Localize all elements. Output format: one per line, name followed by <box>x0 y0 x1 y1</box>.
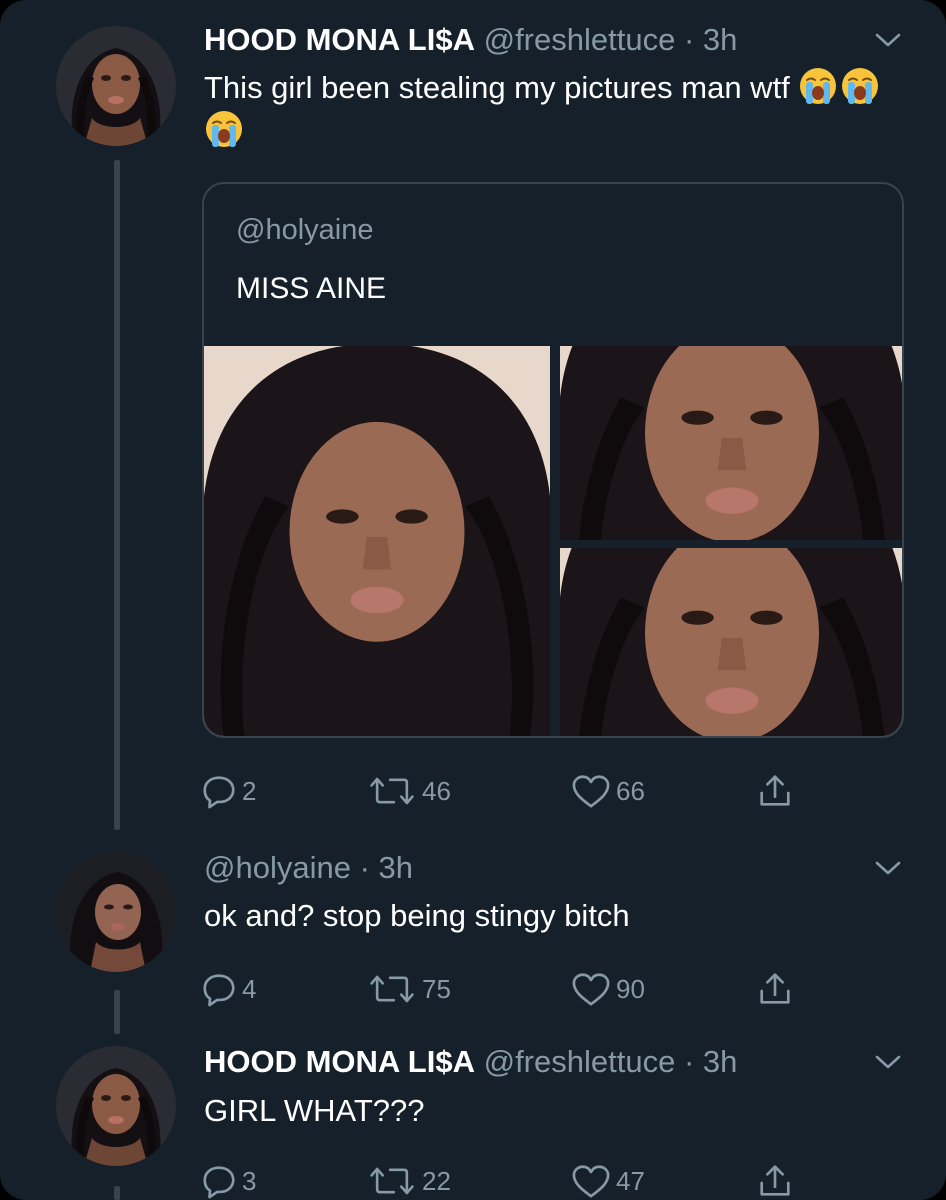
reply-count: 4 <box>242 973 257 1004</box>
share-button[interactable] <box>756 970 798 1008</box>
quoted-text: MISS AINE <box>236 272 387 305</box>
heart-icon <box>570 970 612 1008</box>
reply-count: 2 <box>242 775 257 806</box>
tweet-actions: 2 46 66 <box>200 772 820 812</box>
share-button[interactable] <box>756 772 798 810</box>
selfie-photo <box>204 346 550 738</box>
separator: · <box>675 1044 703 1079</box>
retweet-count: 22 <box>422 1165 451 1196</box>
retweet-button[interactable]: 75 <box>366 970 451 1008</box>
thread-connector <box>114 160 120 830</box>
timestamp[interactable]: 3h <box>703 22 737 57</box>
profile-photo <box>56 26 176 146</box>
quoted-photo[interactable] <box>204 346 550 738</box>
like-button[interactable]: 66 <box>570 772 645 810</box>
selfie-photo <box>560 548 904 738</box>
display-name[interactable]: HOOD MONA LI$A <box>204 22 475 57</box>
timestamp[interactable]: 3h <box>379 850 413 885</box>
retweet-icon <box>366 772 418 810</box>
retweet-button[interactable]: 46 <box>366 772 451 810</box>
like-count: 66 <box>616 775 645 806</box>
tweet-thread: HOOD MONA LI$A @freshlettuce · 3h This g… <box>0 0 946 1200</box>
username[interactable]: @freshlettuce <box>484 1044 676 1079</box>
tweet-body: This girl been stealing my pictures man … <box>204 70 790 105</box>
thread-connector <box>114 990 120 1034</box>
retweet-icon <box>366 1162 418 1200</box>
reply-icon <box>200 1162 238 1200</box>
quoted-tweet[interactable]: @holyaine MISS AINE <box>202 182 904 738</box>
avatar[interactable] <box>56 1046 176 1166</box>
tweet-header: @holyaine · 3h <box>204 850 413 886</box>
tweet-actions: 4 75 90 <box>200 970 820 1010</box>
tweet-header: HOOD MONA LI$A @freshlettuce · 3h <box>204 22 737 58</box>
profile-photo <box>56 1046 176 1166</box>
selfie-photo <box>560 346 904 540</box>
like-button[interactable]: 90 <box>570 970 645 1008</box>
quoted-photo[interactable] <box>560 548 904 738</box>
tweet-header: HOOD MONA LI$A @freshlettuce · 3h <box>204 1044 737 1080</box>
share-icon <box>756 772 794 810</box>
tweet-body: ok and? stop being stingy bitch <box>204 898 630 933</box>
like-button[interactable]: 47 <box>570 1162 645 1200</box>
chevron-down-icon[interactable] <box>874 858 902 878</box>
tweet-text: GIRL WHAT??? <box>204 1090 884 1132</box>
tweet-text: This girl been stealing my pictures man … <box>204 66 884 152</box>
retweet-count: 75 <box>422 973 451 1004</box>
tweet-text: ok and? stop being stingy bitch <box>204 895 884 937</box>
timestamp[interactable]: 3h <box>703 1044 737 1079</box>
retweet-count: 46 <box>422 775 451 806</box>
separator: · <box>675 22 703 57</box>
chevron-down-icon[interactable] <box>874 1052 902 1072</box>
avatar[interactable] <box>56 26 176 146</box>
loudly-crying-face-icon <box>798 66 838 106</box>
username[interactable]: @freshlettuce <box>484 22 676 57</box>
share-icon <box>756 1162 794 1200</box>
share-icon <box>756 970 794 1008</box>
reply-button[interactable]: 4 <box>200 970 256 1008</box>
loudly-crying-face-icon <box>204 109 244 149</box>
thread-connector <box>114 1186 120 1200</box>
display-name[interactable]: HOOD MONA LI$A <box>204 1044 475 1079</box>
username[interactable]: @holyaine <box>204 850 351 885</box>
reply-button[interactable]: 2 <box>200 772 256 810</box>
quoted-photo[interactable] <box>560 346 904 540</box>
loudly-crying-face-icon <box>840 66 880 106</box>
tweet-body: GIRL WHAT??? <box>204 1093 425 1128</box>
reply-count: 3 <box>242 1165 257 1196</box>
chevron-down-icon[interactable] <box>874 30 902 50</box>
avatar[interactable] <box>56 852 176 972</box>
quoted-username: @holyaine <box>236 214 374 246</box>
profile-photo <box>56 852 176 972</box>
reply-icon <box>200 772 238 810</box>
reply-icon <box>200 970 238 1008</box>
retweet-button[interactable]: 22 <box>366 1162 451 1200</box>
tweet-actions: 3 22 47 <box>200 1162 820 1200</box>
like-count: 90 <box>616 973 645 1004</box>
separator: · <box>350 850 379 885</box>
heart-icon <box>570 1162 612 1200</box>
heart-icon <box>570 772 612 810</box>
reply-button[interactable]: 3 <box>200 1162 256 1200</box>
like-count: 47 <box>616 1165 645 1196</box>
share-button[interactable] <box>756 1162 798 1200</box>
retweet-icon <box>366 970 418 1008</box>
